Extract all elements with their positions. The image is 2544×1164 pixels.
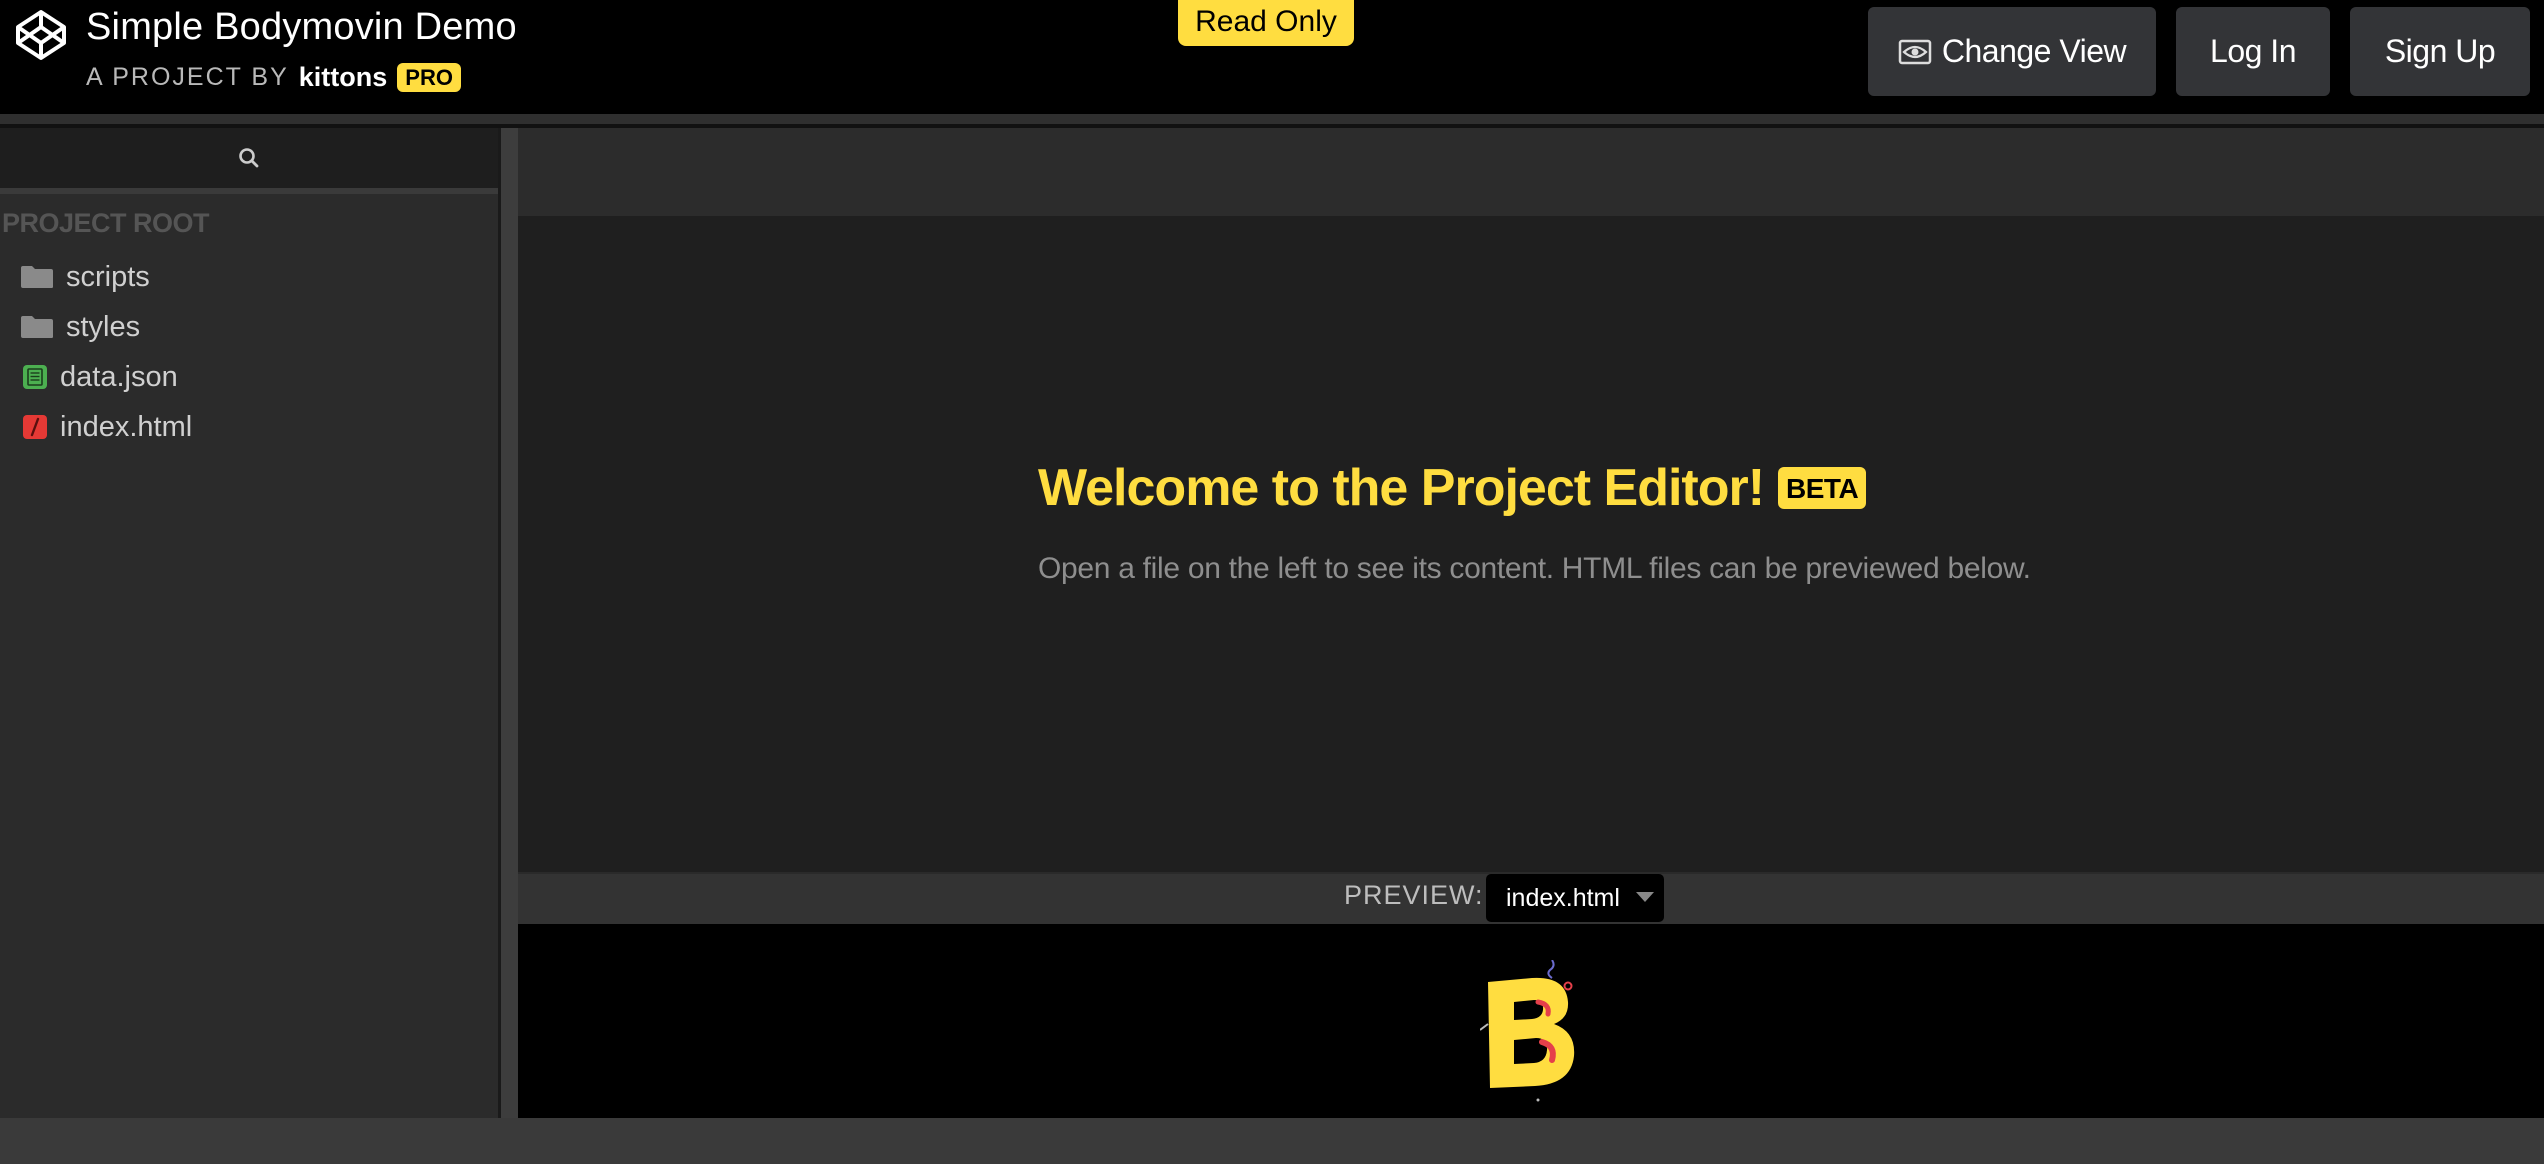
editor-tab-bar xyxy=(518,128,2544,216)
codepen-logo-icon[interactable] xyxy=(14,8,68,62)
byline-prefix: A PROJECT BY xyxy=(86,63,289,91)
header: Simple Bodymovin Demo A PROJECT BY kitto… xyxy=(0,0,2544,114)
tree-item-label: scripts xyxy=(66,260,150,293)
tree-item-styles[interactable]: styles xyxy=(0,302,498,352)
tree-item-index-html[interactable]: index.html xyxy=(0,402,498,452)
beta-badge: BETA xyxy=(1778,467,1867,509)
folder-icon xyxy=(21,266,53,288)
welcome-subtitle: Open a file on the left to see its conte… xyxy=(1038,552,2031,585)
change-view-label: Change View xyxy=(1941,33,2127,69)
preview-file-select[interactable]: index.html xyxy=(1486,874,1664,922)
project-root-label: PROJECT ROOT xyxy=(2,208,210,238)
sign-up-button[interactable]: Sign Up xyxy=(2350,7,2530,96)
tree-item-label: index.html xyxy=(60,410,193,443)
preview-selected-file: index.html xyxy=(1506,883,1620,912)
html-file-icon xyxy=(23,415,47,439)
pro-badge: PRO xyxy=(397,63,461,92)
editor-panel xyxy=(518,216,2544,872)
welcome-title: Welcome to the Project Editor! xyxy=(1038,459,1765,517)
tree-item-data-json[interactable]: data.json xyxy=(0,352,498,402)
file-tree: scripts styles data.json index.html xyxy=(0,252,498,452)
author-link[interactable]: kittons xyxy=(299,62,388,93)
chevron-down-icon xyxy=(1636,892,1654,902)
header-divider xyxy=(0,114,2544,124)
change-view-button[interactable]: Change View xyxy=(1868,7,2156,96)
project-title: Simple Bodymovin Demo xyxy=(86,6,517,48)
bodymovin-b-animation xyxy=(1480,960,1575,1102)
json-file-icon xyxy=(23,365,47,389)
tree-item-scripts[interactable]: scripts xyxy=(0,252,498,302)
bottom-status-bar xyxy=(0,1118,2544,1164)
tree-item-label: data.json xyxy=(60,360,178,393)
welcome-heading: Welcome to the Project Editor! BETA xyxy=(1038,458,1867,518)
byline: A PROJECT BY kittons PRO xyxy=(86,62,461,93)
search-icon xyxy=(239,148,259,168)
eye-icon xyxy=(1898,39,1932,64)
tree-item-label: styles xyxy=(66,310,141,343)
file-search-button[interactable] xyxy=(0,128,498,188)
log-in-button[interactable]: Log In xyxy=(2176,7,2330,96)
read-only-badge: Read Only xyxy=(1178,0,1354,46)
sidebar-edge xyxy=(498,128,501,1118)
preview-label: PREVIEW: xyxy=(1344,880,1484,910)
sidebar-resize-handle[interactable] xyxy=(498,128,518,1118)
search-divider xyxy=(0,188,498,194)
file-sidebar: PROJECT ROOT scripts styles data.json in… xyxy=(0,128,498,1118)
folder-icon xyxy=(21,316,53,338)
